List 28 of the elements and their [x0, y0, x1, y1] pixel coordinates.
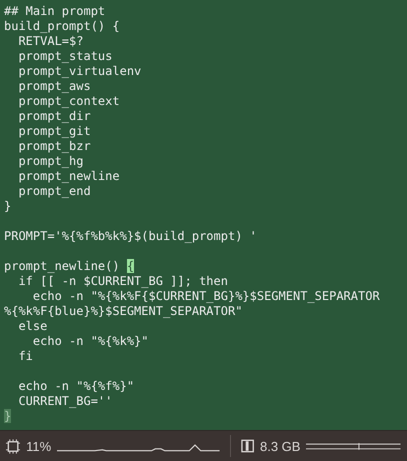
code-line: echo -n "%{%k%F{$CURRENT_BG}%}$SEGMENT_SEPARATOR	[32, 289, 381, 304]
code-line: build_prompt() {	[4, 19, 121, 34]
code-line: prompt_dir	[17, 109, 92, 124]
code-line: RETVAL=$?	[17, 34, 84, 49]
code-line: else	[17, 319, 48, 334]
code-line: echo -n "%{%f%}"	[17, 379, 136, 394]
code-line: prompt_virtualenv	[17, 64, 142, 79]
code-line: if [[ -n $CURRENT_BG ]]; then	[17, 274, 229, 289]
cpu-icon	[6, 438, 20, 454]
code-line: prompt_newline	[17, 169, 121, 184]
code-line: prompt_newline() {	[4, 259, 136, 274]
code-line: PROMPT='%{%f%b%k%}$(build_prompt) '	[4, 229, 258, 244]
memory-icon	[240, 439, 254, 453]
code-line: prompt_status	[17, 49, 114, 64]
code-line: prompt_aws	[17, 79, 92, 94]
cpu-usage: 11%	[26, 438, 52, 454]
code-line: prompt_git	[17, 124, 92, 139]
code-line: prompt_hg	[17, 154, 84, 169]
code-line: prompt_bzr	[17, 139, 92, 154]
code-line: ## Main prompt	[4, 4, 106, 19]
memory-usage: 8.3 GB	[260, 438, 300, 454]
code-line: prompt_context	[17, 94, 121, 109]
code-line: prompt_end	[17, 184, 92, 199]
code-line: echo -n "%{%k%}"	[32, 334, 150, 349]
code-line: fi	[17, 349, 34, 364]
code-line: }	[4, 199, 12, 214]
code-line: CURRENT_BG=''	[17, 394, 114, 409]
code-line: %{%k%F{blue}%}$SEGMENT_SEPARATOR"	[4, 304, 244, 319]
